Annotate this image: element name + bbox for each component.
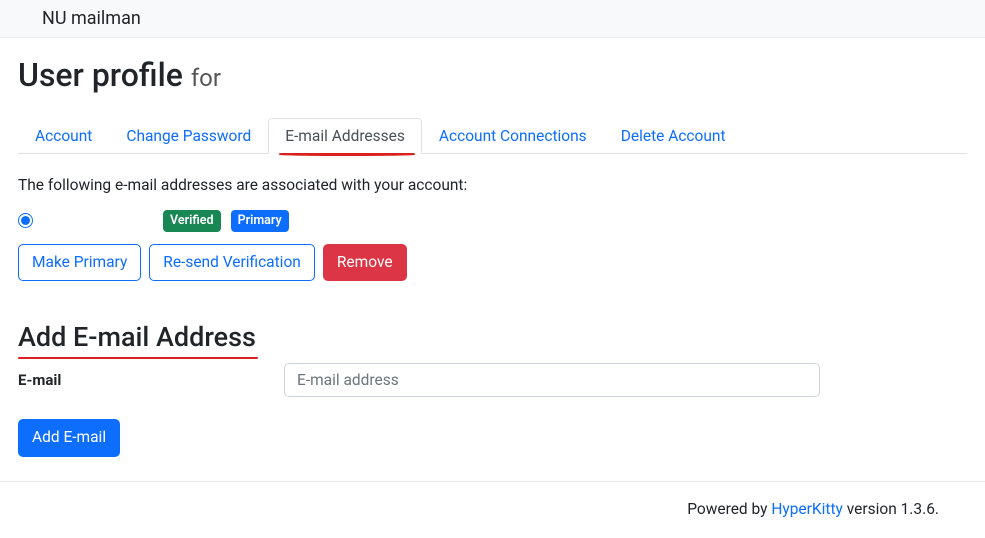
navbar: NU mailman <box>0 0 985 38</box>
primary-badge: Primary <box>231 210 289 232</box>
add-email-heading-text: Add E-mail Address <box>18 321 256 353</box>
add-email-heading: Add E-mail Address <box>18 321 967 353</box>
main-container: User profile for Account Change Password… <box>0 38 985 481</box>
add-email-button[interactable]: Add E-mail <box>18 419 120 457</box>
profile-tabs: Account Change Password E-mail Addresses… <box>18 118 967 154</box>
email-input[interactable] <box>284 363 820 397</box>
footer-prefix: Powered by <box>687 500 771 518</box>
intro-text: The following e-mail addresses are assoc… <box>18 176 967 194</box>
email-row: Verified Primary <box>18 210 967 232</box>
email-radio[interactable] <box>18 213 33 228</box>
footer: Powered by HyperKitty version 1.3.6. <box>0 481 985 536</box>
footer-hyperkitty-link[interactable]: HyperKitty <box>771 500 843 518</box>
remove-button[interactable]: Remove <box>323 244 407 282</box>
tab-account[interactable]: Account <box>18 118 109 154</box>
add-email-form-row: E-mail <box>18 363 967 397</box>
footer-suffix: version 1.3.6. <box>843 500 939 518</box>
tab-email-addresses[interactable]: E-mail Addresses <box>268 118 422 154</box>
email-actions: Make Primary Re-send Verification Remove <box>18 244 967 282</box>
verified-badge: Verified <box>163 210 221 232</box>
navbar-brand[interactable]: NU mailman <box>16 8 141 29</box>
email-label: E-mail <box>18 371 284 389</box>
tab-account-connections[interactable]: Account Connections <box>422 118 604 154</box>
make-primary-button[interactable]: Make Primary <box>18 244 141 282</box>
page-title-main: User profile <box>18 56 183 94</box>
page-title-sub: for <box>191 64 221 92</box>
tab-delete-account[interactable]: Delete Account <box>604 118 743 154</box>
tab-change-password[interactable]: Change Password <box>109 118 268 154</box>
page-title: User profile for <box>18 56 967 94</box>
resend-verification-button[interactable]: Re-send Verification <box>149 244 315 282</box>
